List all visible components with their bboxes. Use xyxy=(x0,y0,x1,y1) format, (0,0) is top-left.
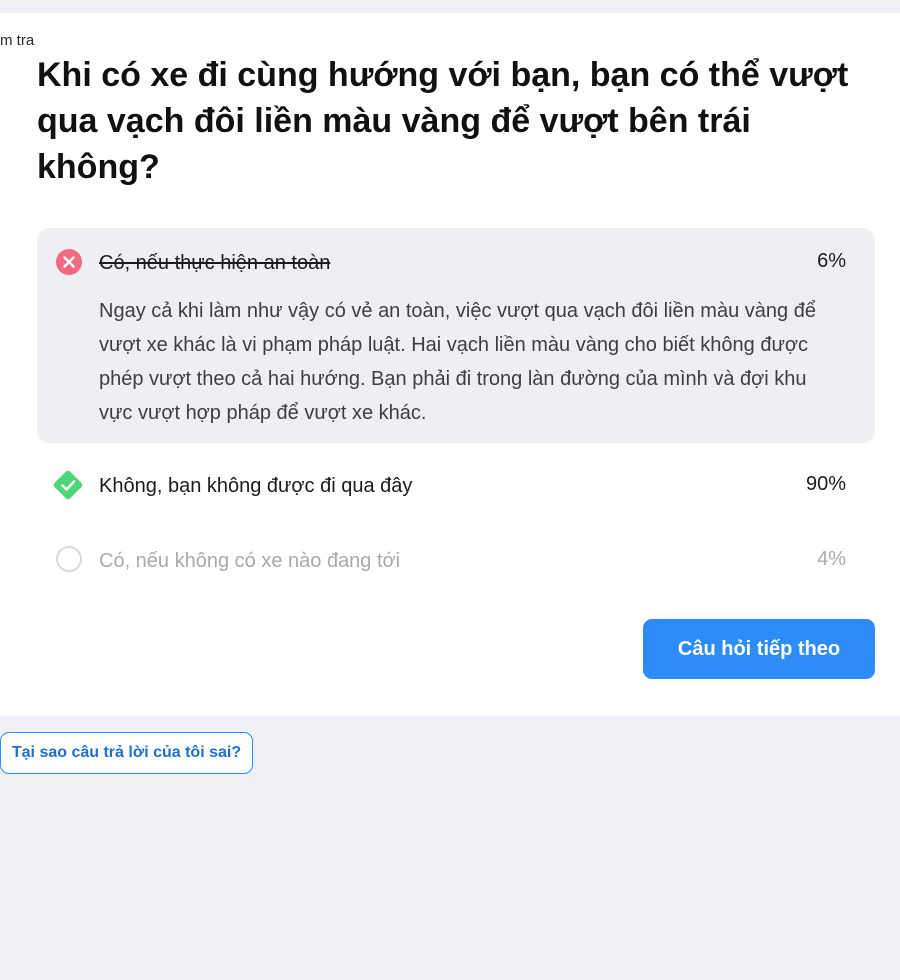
option-label-1: Có, nếu thực hiện an toàn xyxy=(99,252,331,274)
option-label-3: Có, nếu không có xe nào đang tới xyxy=(99,550,401,572)
answer-explanation: Ngay cả khi làm như vậy có vẻ an toàn, v… xyxy=(99,300,816,424)
breadcrumb: m tra xyxy=(0,32,35,49)
option-label-2: Không, bạn không được đi qua đây xyxy=(99,475,413,497)
why-wrong-button[interactable]: Tại sao câu trả lời của tôi sai? xyxy=(0,732,253,774)
x-circle-icon xyxy=(56,249,82,275)
next-question-button[interactable]: Câu hỏi tiếp theo xyxy=(643,619,875,679)
option-percent-1: 6% xyxy=(817,250,846,272)
option-percent-2: 90% xyxy=(805,473,846,495)
check-diamond-icon xyxy=(50,467,86,503)
question-text: Khi có xe đi cùng hướng với bạn, bạn có … xyxy=(37,56,849,186)
option-percent-3: 4% xyxy=(817,548,846,570)
empty-radio-icon xyxy=(56,546,82,572)
